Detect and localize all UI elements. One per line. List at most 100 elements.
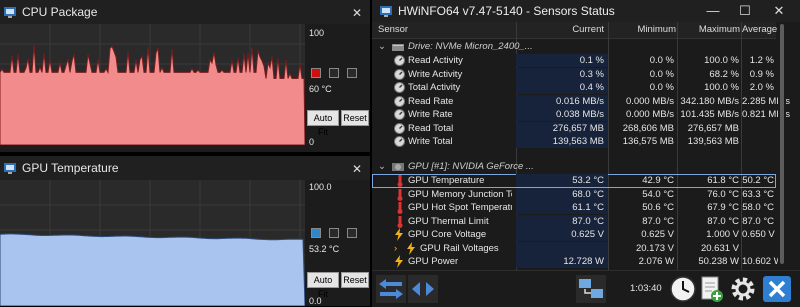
gpu-graph-titlebar[interactable]: GPU Temperature ✕ bbox=[0, 156, 370, 180]
sensors-status-window: HWiNFO64 v7.47-5140 - Sensors Status — ☐… bbox=[372, 0, 800, 307]
collapse-arrows-icon[interactable] bbox=[408, 275, 438, 303]
sensor-current: 53.2 °C bbox=[572, 175, 604, 186]
sensor-current: 0.016 MB/s bbox=[555, 95, 604, 107]
sensor-average: 50.2 °C bbox=[742, 175, 774, 186]
column-header-sensor[interactable]: Sensor bbox=[378, 24, 408, 35]
close-icon[interactable]: ✕ bbox=[764, 3, 794, 19]
main-titlebar[interactable]: HWiNFO64 v7.47-5140 - Sensors Status — ☐… bbox=[372, 0, 800, 22]
minimize-icon[interactable]: — bbox=[698, 3, 728, 18]
gpu-max-label: 100.0 bbox=[309, 182, 332, 192]
sensor-row[interactable]: GPU Power 12.728 W 2.076 W 50.238 W 10.6… bbox=[372, 255, 783, 269]
chevron-down-icon[interactable]: ⌄ bbox=[378, 161, 386, 172]
color-swatch[interactable] bbox=[347, 228, 357, 238]
sensor-row[interactable]: Read Activity 0.1 % 0.0 % 100.0 % 1.2 % bbox=[372, 54, 776, 68]
reset-button[interactable]: Reset bbox=[341, 110, 369, 126]
gpu-icon bbox=[392, 163, 404, 171]
sensor-minimum: 268,606 MB bbox=[622, 122, 674, 134]
sensor-name: GPU Power bbox=[408, 256, 459, 267]
sensor-minimum: 0.0 % bbox=[649, 55, 674, 66]
sensor-row[interactable]: Total Activity 0.4 % 0.0 % 100.0 % 2.0 % bbox=[372, 81, 776, 95]
sensor-maximum: 20.631 V bbox=[700, 242, 739, 254]
sensor-row[interactable]: Write Total 139,563 MB 136,575 MB 139,56… bbox=[372, 135, 776, 149]
gear-icon[interactable] bbox=[728, 275, 758, 303]
lightning-icon bbox=[395, 255, 403, 268]
sensor-minimum: 0.625 V bbox=[641, 229, 674, 240]
sensor-current: 0.625 V bbox=[571, 229, 604, 240]
auto-fit-button[interactable]: Auto Fit bbox=[307, 110, 339, 137]
sensor-row[interactable]: Read Rate 0.016 MB/s 0.000 MB/s 342.180 … bbox=[372, 94, 790, 109]
thermometer-icon bbox=[397, 175, 403, 187]
gauge-icon bbox=[394, 122, 405, 134]
sensor-current: 61.1 °C bbox=[572, 202, 604, 213]
thermometer-icon bbox=[397, 188, 403, 201]
gauge-icon bbox=[394, 95, 405, 107]
sensor-average: 0.9 % bbox=[749, 68, 774, 80]
sensor-name: Total Activity bbox=[408, 82, 461, 93]
sensor-current: 0.1 % bbox=[579, 55, 604, 66]
color-swatch[interactable] bbox=[329, 68, 339, 78]
sensor-maximum: 61.8 °C bbox=[707, 175, 739, 186]
sensor-name: GPU Thermal Limit bbox=[408, 215, 489, 227]
column-header-current[interactable]: Current bbox=[522, 24, 604, 35]
sensor-current: 0.038 MB/s bbox=[555, 109, 604, 120]
lightning-icon bbox=[407, 241, 415, 255]
close-icon[interactable]: ✕ bbox=[352, 6, 362, 20]
color-swatch[interactable] bbox=[329, 228, 339, 238]
close-icon[interactable] bbox=[762, 275, 792, 303]
cpu-series-area bbox=[0, 45, 305, 145]
sensor-minimum: 0.000 MB/s bbox=[625, 109, 674, 120]
color-swatch-blue[interactable] bbox=[311, 228, 321, 238]
reset-button[interactable]: Reset bbox=[341, 272, 369, 288]
auto-fit-button[interactable]: Auto Fit bbox=[307, 272, 339, 299]
vertical-scrollbar[interactable] bbox=[778, 22, 786, 270]
sensor-row[interactable]: GPU Core Voltage 0.625 V 0.625 V 1.000 V… bbox=[372, 228, 776, 242]
sensor-minimum: 50.6 °C bbox=[642, 202, 674, 213]
close-icon[interactable]: ✕ bbox=[352, 162, 362, 176]
gauge-icon bbox=[394, 109, 405, 120]
chevron-right-icon[interactable]: › bbox=[394, 243, 397, 254]
sensor-row[interactable]: GPU Thermal Limit 87.0 °C 87.0 °C 87.0 °… bbox=[372, 214, 776, 229]
gpu-graph-window: GPU Temperature ✕ 100.0 53.2 °C Auto Fit… bbox=[0, 156, 370, 306]
report-add-icon[interactable] bbox=[696, 275, 726, 303]
window-title: HWiNFO64 v7.47-5140 - Sensors Status bbox=[398, 4, 615, 18]
hwinfo-app-icon bbox=[4, 7, 16, 18]
sensor-row[interactable]: Read Total 276,657 MB 268,606 MB 276,657… bbox=[372, 121, 776, 136]
cpu-graph-svg bbox=[0, 24, 305, 145]
color-swatch[interactable] bbox=[347, 68, 357, 78]
sensor-row[interactable]: GPU Temperature 53.2 °C 42.9 °C 61.8 °C … bbox=[372, 174, 776, 188]
cpu-graph-titlebar[interactable]: CPU Package ✕ bbox=[0, 0, 370, 24]
arrows-left-right-icon[interactable] bbox=[376, 275, 406, 303]
column-header-average[interactable]: Average bbox=[742, 24, 777, 35]
column-header-minimum[interactable]: Minimum bbox=[612, 24, 676, 35]
lightning-icon bbox=[395, 228, 403, 241]
drive-icon bbox=[392, 44, 404, 51]
sensor-average: 10.602 W bbox=[742, 256, 783, 267]
sensor-maximum: 87.0 °C bbox=[707, 215, 739, 227]
color-swatch-red[interactable] bbox=[311, 68, 321, 78]
clock-icon[interactable] bbox=[668, 275, 698, 303]
sensor-minimum: 42.9 °C bbox=[642, 175, 674, 186]
maximize-icon[interactable]: ☐ bbox=[730, 3, 760, 19]
cpu-current-value: 60 °C bbox=[309, 84, 332, 94]
network-icon[interactable] bbox=[576, 275, 606, 303]
sensor-maximum: 76.0 °C bbox=[707, 188, 739, 200]
sensor-average: 58.0 °C bbox=[742, 202, 774, 213]
sensor-minimum: 54.0 °C bbox=[642, 188, 674, 200]
sensor-maximum: 50.238 W bbox=[698, 256, 739, 267]
sensor-row[interactable]: GPU Memory Junction Tem... 68.0 °C 54.0 … bbox=[372, 187, 776, 202]
sensor-average: 2.0 % bbox=[749, 82, 774, 93]
scrollbar-thumb[interactable] bbox=[780, 24, 784, 264]
sensor-row[interactable]: GPU Hot Spot Temperature 61.1 °C 50.6 °C… bbox=[372, 201, 776, 215]
column-header-maximum[interactable]: Maximum bbox=[678, 24, 740, 35]
sensor-row[interactable]: Write Activity 0.3 % 0.0 % 68.2 % 0.9 % bbox=[372, 67, 776, 82]
chevron-down-icon[interactable]: ⌄ bbox=[378, 41, 386, 52]
gauge-icon bbox=[394, 55, 405, 66]
sensor-group-gpu[interactable]: ⌄ GPU [#1]: NVIDIA GeForce ... bbox=[372, 160, 776, 174]
sensor-row[interactable]: Write Rate 0.038 MB/s 0.000 MB/s 101.435… bbox=[372, 108, 790, 122]
sensor-group-drive[interactable]: ⌄ Drive: NVMe Micron_2400_... bbox=[372, 40, 776, 54]
hwinfo-app-icon bbox=[4, 163, 16, 174]
sensor-name: GPU Temperature bbox=[408, 175, 485, 186]
sensor-current: 87.0 °C bbox=[572, 215, 604, 227]
sensor-maximum: 276,657 MB bbox=[687, 122, 739, 134]
sensor-row[interactable]: › GPU Rail Voltages 20.173 V 20.631 V bbox=[372, 241, 776, 256]
